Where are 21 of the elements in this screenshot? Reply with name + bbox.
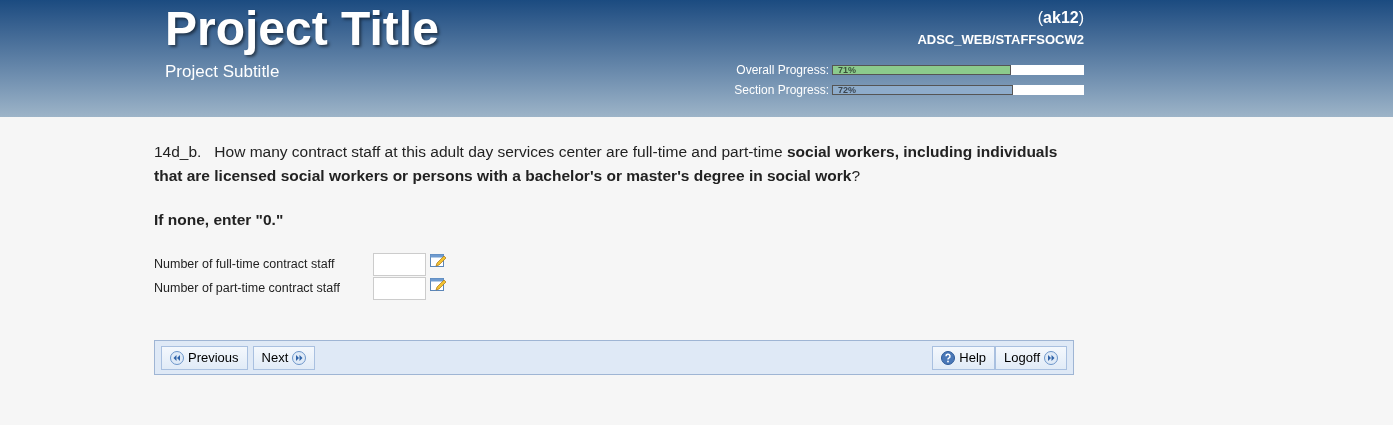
nav-button[interactable]: Help: [932, 345, 996, 370]
nav-button[interactable]: Next: [252, 345, 316, 370]
user-id: (ak12): [1037, 8, 1084, 28]
number-input[interactable]: [373, 277, 426, 301]
edit-note-icon[interactable]: [430, 278, 447, 294]
project-subtitle: Project Subtitle: [165, 61, 281, 83]
edit-note-icon[interactable]: [430, 254, 447, 270]
nav-button[interactable]: Logoff: [995, 345, 1067, 370]
progress-label: Section Progress:: [734, 81, 829, 99]
field-label: Number of part-time contract staff: [154, 280, 341, 298]
project-title: Project Title: [165, 5, 439, 53]
instruction-text: If none, enter "0.": [154, 210, 285, 230]
progress-reading: 71%: [838, 63, 856, 77]
question-text: 14d_b. How many contract staff at this adult day services center are full-time and part-time social workers, including individuals that are licensed social workers or persons with a bachelor's or master's degree in social work?: [154, 142, 1059, 186]
nav-button[interactable]: Previous: [161, 345, 248, 370]
number-input[interactable]: [373, 253, 426, 277]
progress-label: Overall Progress:: [736, 61, 829, 79]
progress-reading: 72%: [838, 83, 856, 97]
survey-path: ADSC_WEB/STAFFSOCW2: [917, 31, 1084, 49]
field-label: Number of full-time contract staff: [154, 256, 336, 274]
help-icon: [941, 350, 956, 365]
